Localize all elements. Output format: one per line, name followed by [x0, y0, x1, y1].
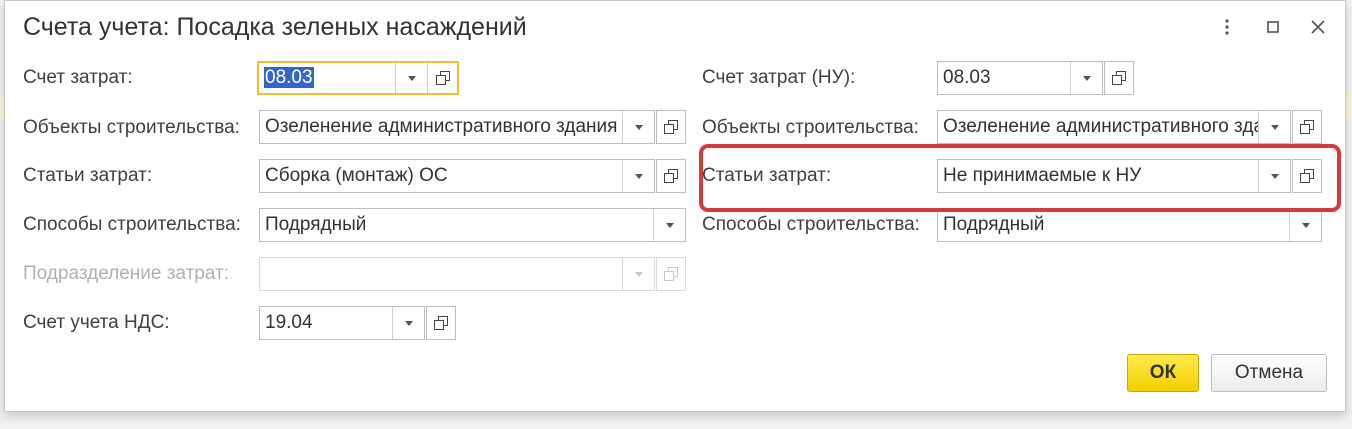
vat-account-field[interactable]: 19.04 [259, 306, 425, 340]
construction-objects-label: Объекты строительства: [23, 117, 240, 138]
cost-account-tax-open-icon[interactable] [1104, 61, 1134, 95]
tax-construction-objects-open-icon[interactable] [1292, 110, 1322, 144]
tax-construction-methods-label: Способы строительства: [702, 214, 920, 235]
construction-objects-field[interactable]: Озеленение административного здания [259, 110, 655, 144]
tax-construction-methods-field[interactable]: Подрядный [937, 208, 1322, 242]
vat-account-label: Счет учета НДС: [23, 312, 170, 333]
cost-account-value: 08.03 [264, 67, 314, 88]
vat-account-open-icon[interactable] [426, 306, 456, 340]
construction-methods-dropdown-icon[interactable] [653, 209, 685, 241]
construction-methods-field[interactable]: Подрядный [259, 208, 686, 242]
tax-construction-methods-dropdown-icon[interactable] [1289, 209, 1321, 241]
tax-construction-objects-dropdown-icon[interactable] [1258, 111, 1290, 143]
cost-items-value: Сборка (монтаж) ОС [265, 165, 448, 186]
cost-items-dropdown-icon[interactable] [622, 160, 654, 192]
more-actions-icon[interactable] [1215, 15, 1239, 39]
tax-construction-methods-value: Подрядный [943, 214, 1045, 235]
cancel-button[interactable]: Отмена [1211, 354, 1327, 392]
cost-account-dropdown-icon[interactable] [395, 63, 427, 93]
vat-account-value: 19.04 [265, 312, 313, 333]
construction-objects-value: Озеленение административного здания [265, 116, 618, 137]
close-icon[interactable] [1306, 15, 1330, 39]
construction-methods-value: Подрядный [265, 214, 367, 235]
cost-department-field [259, 257, 655, 291]
cost-department-label: Подразделение затрат: [23, 263, 229, 284]
highlight-annotation [699, 144, 1341, 212]
cost-account-tax-dropdown-icon[interactable] [1070, 62, 1102, 94]
vat-account-dropdown-icon[interactable] [392, 307, 424, 339]
cost-department-open-icon [656, 257, 686, 291]
tax-construction-objects-field[interactable]: Озеленение административного здания [937, 110, 1291, 144]
cost-department-dropdown-icon [622, 258, 654, 290]
cost-account-field[interactable]: 08.03 [257, 61, 459, 95]
construction-objects-dropdown-icon[interactable] [622, 111, 654, 143]
cost-account-label: Счет затрат: [23, 67, 133, 88]
cost-account-open-icon[interactable] [427, 63, 457, 93]
dialog-window: Счета учета: Посадка зеленых насаждений … [4, 0, 1346, 412]
cost-account-tax-label: Счет затрат (НУ): [702, 67, 856, 88]
construction-objects-open-icon[interactable] [656, 110, 686, 144]
construction-methods-label: Способы строительства: [23, 214, 241, 235]
dialog-title: Счета учета: Посадка зеленых насаждений [23, 13, 527, 41]
tax-construction-objects-label: Объекты строительства: [702, 117, 919, 138]
cost-items-open-icon[interactable] [656, 159, 686, 193]
cost-items-label: Статьи затрат: [23, 165, 153, 186]
maximize-icon[interactable] [1261, 15, 1285, 39]
tax-construction-objects-value: Озеленение административного здания [943, 116, 1258, 137]
cost-account-tax-field[interactable]: 08.03 [937, 61, 1103, 95]
cost-account-tax-value: 08.03 [943, 67, 991, 88]
cost-items-field[interactable]: Сборка (монтаж) ОС [259, 159, 655, 193]
ok-button[interactable]: ОК [1127, 354, 1199, 392]
